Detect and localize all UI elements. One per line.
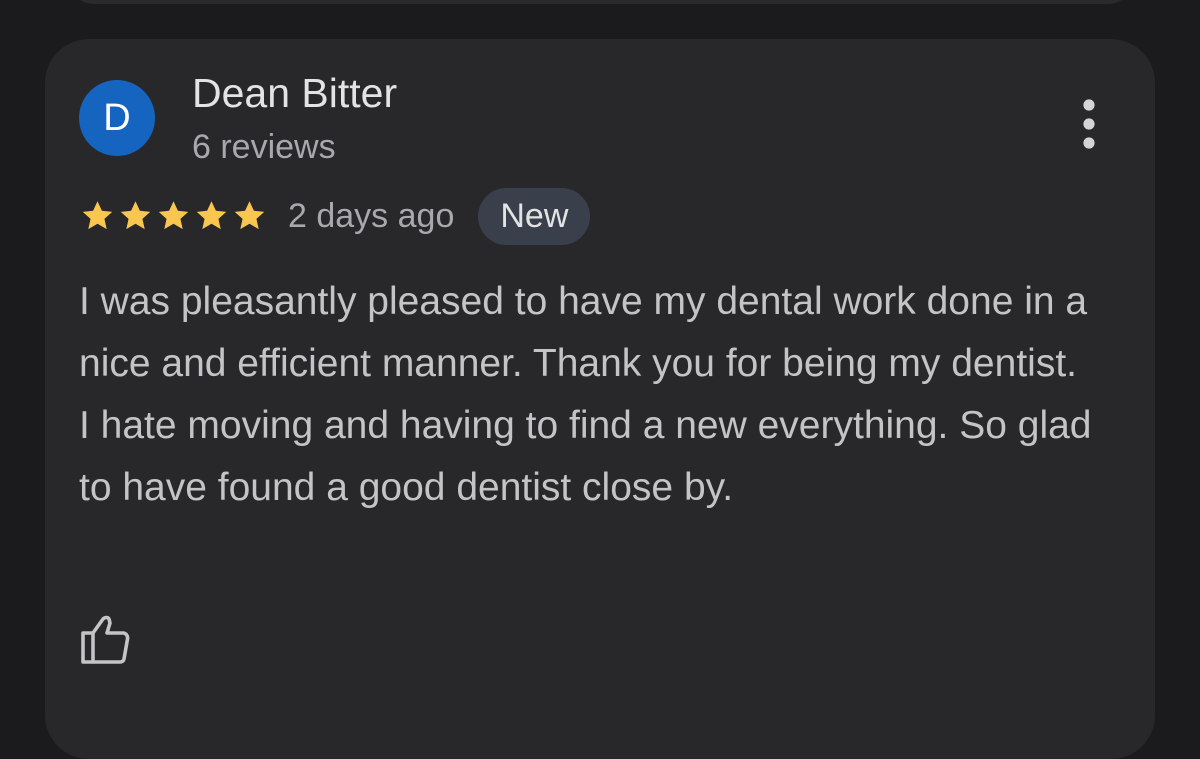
review-paragraph-2: I hate moving and having to find a new e… bbox=[79, 404, 1092, 509]
star-rating bbox=[79, 199, 269, 233]
star-icon bbox=[155, 199, 192, 233]
reviewer-review-count: 6 reviews bbox=[192, 128, 336, 166]
reviewer-name[interactable]: Dean Bitter bbox=[192, 69, 397, 117]
star-icon bbox=[117, 199, 154, 233]
review-meta: 2 days ago New bbox=[79, 187, 591, 245]
more-options-icon[interactable] bbox=[1067, 95, 1111, 153]
review-paragraph-1: I was pleasantly pleased to have my dent… bbox=[79, 280, 1088, 385]
thumb-up-icon[interactable] bbox=[79, 615, 133, 665]
new-badge: New bbox=[478, 187, 591, 245]
avatar[interactable]: D bbox=[79, 80, 155, 156]
star-icon bbox=[193, 199, 230, 233]
star-icon bbox=[79, 199, 116, 233]
review-text: I was pleasantly pleased to have my dent… bbox=[79, 271, 1119, 519]
review-date: 2 days ago bbox=[288, 197, 455, 235]
star-icon bbox=[231, 199, 268, 233]
previous-review-card bbox=[68, 0, 1134, 4]
review-card: D Dean Bitter 6 reviews 2 days ago New I… bbox=[45, 39, 1155, 759]
